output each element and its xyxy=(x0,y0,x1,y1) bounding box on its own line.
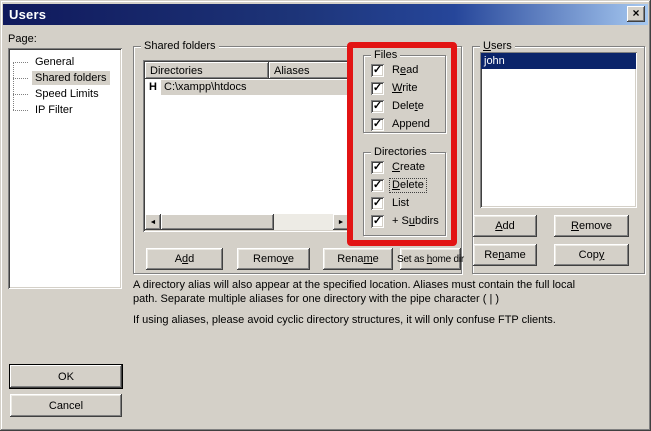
checkbox-row-read[interactable]: ✓ Read xyxy=(371,63,420,77)
scroll-right-button[interactable]: ► xyxy=(333,214,349,230)
cancel-button[interactable]: Cancel xyxy=(10,394,122,417)
home-dir-flag: H xyxy=(145,81,161,93)
checkbox-label-append[interactable]: Append xyxy=(390,118,432,131)
tree-stub xyxy=(13,110,28,111)
page-tree[interactable]: General Shared folders Speed Limits IP F… xyxy=(8,48,122,289)
tree-item-general[interactable]: General xyxy=(13,54,119,70)
alias-help-line2: path. Separate multiple aliases for one … xyxy=(133,292,649,306)
alias-help-text: A directory alias will also appear at th… xyxy=(133,278,649,327)
title-bar[interactable]: Users × xyxy=(3,4,648,25)
directories-group: Directories ✓ Create ✓ Delete ✓ List ✓ +… xyxy=(363,152,446,236)
remove-directory-button[interactable]: Remove xyxy=(237,248,310,270)
tree-stub xyxy=(13,62,28,63)
checkbox-checked-icon[interactable]: ✓ xyxy=(371,215,384,228)
directories-group-label: Directories xyxy=(371,146,430,159)
tree-item-label[interactable]: IP Filter xyxy=(32,103,76,117)
column-header-aliases[interactable]: Aliases xyxy=(269,62,349,79)
scroll-right-icon: ► xyxy=(338,219,345,226)
page-label: Page: xyxy=(8,33,37,45)
shared-folders-group-label: Shared folders xyxy=(141,40,219,53)
files-group: Files ✓ Read ✓ Write ✓ Delete ✓ Append xyxy=(363,55,446,133)
rename-directory-button[interactable]: Rename xyxy=(323,248,393,270)
add-user-button[interactable]: Add xyxy=(473,215,537,237)
checkbox-row-write[interactable]: ✓ Write xyxy=(371,81,419,95)
column-header-directories[interactable]: Directories xyxy=(145,62,269,79)
checkbox-checked-icon[interactable]: ✓ xyxy=(371,197,384,210)
directory-path[interactable]: C:\xampp\htdocs xyxy=(161,80,349,95)
alias-help-line1: A directory alias will also appear at th… xyxy=(133,278,649,292)
scroll-left-icon: ◄ xyxy=(150,219,157,226)
checkbox-row-append[interactable]: ✓ Append xyxy=(371,117,432,131)
users-listbox[interactable]: john xyxy=(480,52,637,208)
tree-item-shared-folders[interactable]: Shared folders xyxy=(13,70,119,86)
alias-help-line3: If using aliases, please avoid cyclic di… xyxy=(133,313,649,327)
checkbox-label-subdirs[interactable]: + Subdirs xyxy=(390,215,441,228)
checkbox-checked-icon[interactable]: ✓ xyxy=(371,161,384,174)
ok-button[interactable]: OK xyxy=(10,365,122,388)
checkbox-checked-icon[interactable]: ✓ xyxy=(371,118,384,131)
tree-item-speed-limits[interactable]: Speed Limits xyxy=(13,86,119,102)
checkbox-label-list[interactable]: List xyxy=(390,197,411,210)
directory-row[interactable]: H C:\xampp\htdocs xyxy=(145,79,349,95)
checkbox-checked-icon[interactable]: ✓ xyxy=(371,100,384,113)
checkbox-label-read[interactable]: Read xyxy=(390,64,420,77)
checkbox-row-delete-file[interactable]: ✓ Delete xyxy=(371,99,426,113)
checkbox-label-write[interactable]: Write xyxy=(390,82,419,95)
directories-listview[interactable]: Directories Aliases H C:\xampp\htdocs ◄ … xyxy=(143,60,351,232)
tree-item-label[interactable]: General xyxy=(32,55,77,69)
checkbox-label-create[interactable]: Create xyxy=(390,161,427,174)
checkbox-checked-icon[interactable]: ✓ xyxy=(371,64,384,77)
tree-item-label[interactable]: Speed Limits xyxy=(32,87,102,101)
remove-user-button[interactable]: Remove xyxy=(554,215,629,237)
tree-stub xyxy=(13,94,28,95)
checkbox-row-delete-dir[interactable]: ✓ Delete xyxy=(371,178,426,192)
scrollbar-thumb[interactable] xyxy=(161,214,274,230)
close-icon: × xyxy=(632,6,639,20)
user-row-john[interactable]: john xyxy=(481,53,636,69)
files-group-label: Files xyxy=(371,49,400,62)
horizontal-scrollbar[interactable]: ◄ ► xyxy=(145,214,349,230)
listview-header: Directories Aliases xyxy=(145,62,349,79)
checkbox-row-list[interactable]: ✓ List xyxy=(371,196,411,210)
tree-item-label-selected[interactable]: Shared folders xyxy=(32,71,110,85)
checkbox-row-create[interactable]: ✓ Create xyxy=(371,160,427,174)
tree-item-ip-filter[interactable]: IP Filter xyxy=(13,102,119,118)
tree-stub xyxy=(13,78,28,79)
checkbox-row-subdirs[interactable]: ✓ + Subdirs xyxy=(371,214,441,228)
scroll-left-button[interactable]: ◄ xyxy=(145,214,161,230)
users-dialog: Users × Page: General Shared folders Spe… xyxy=(0,0,651,431)
checkbox-checked-icon[interactable]: ✓ xyxy=(371,179,384,192)
rename-user-button[interactable]: Rename xyxy=(473,244,537,266)
checkbox-checked-icon[interactable]: ✓ xyxy=(371,82,384,95)
add-directory-button[interactable]: Add xyxy=(146,248,223,270)
set-as-home-dir-button[interactable]: Set as home dir xyxy=(400,248,461,270)
checkbox-label-delete-file[interactable]: Delete xyxy=(390,100,426,113)
close-button[interactable]: × xyxy=(627,6,645,22)
dialog-title: Users xyxy=(9,7,46,22)
copy-user-button[interactable]: Copy xyxy=(554,244,629,266)
checkbox-label-delete-dir[interactable]: Delete xyxy=(390,179,426,192)
